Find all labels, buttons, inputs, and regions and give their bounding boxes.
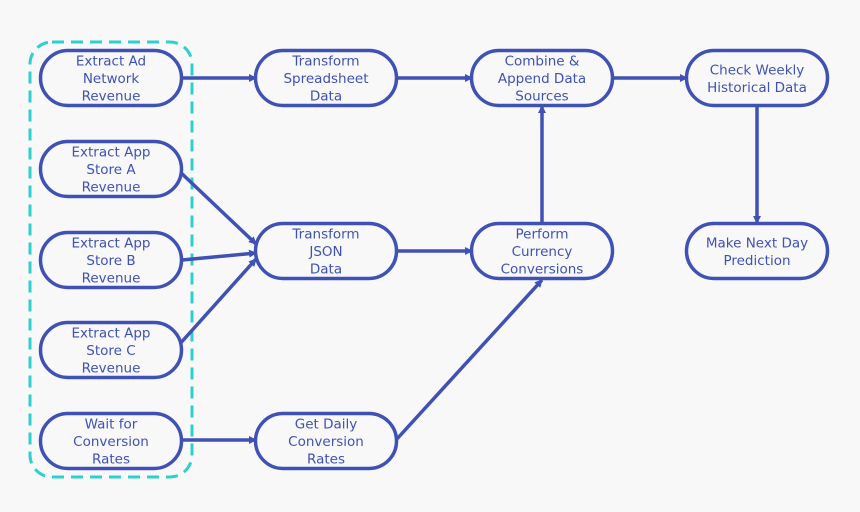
node-label: JSON: [308, 244, 342, 260]
node-label: Conversion: [73, 434, 149, 450]
node-label: Revenue: [82, 361, 141, 377]
node-label: Prediction: [723, 253, 790, 269]
node-label: Data: [310, 262, 342, 278]
node-label: Spreadsheet: [283, 71, 368, 87]
node-label: Historical Data: [707, 80, 807, 96]
node-label: Data: [310, 89, 342, 105]
node-label: Perform: [516, 227, 569, 243]
node-spreadsheet: TransformSpreadsheet Data: [253, 48, 399, 108]
node-combine: Combine &Append Data Sources: [469, 48, 615, 108]
node-label: Extract App: [71, 145, 150, 161]
node-label: Currency: [512, 244, 573, 260]
arrow-storeA-to-json: [176, 168, 258, 246]
node-currency: PerformCurrency Conversions: [469, 221, 615, 281]
arrow-storeC-to-json: [176, 257, 258, 348]
node-label: Conversions: [501, 262, 584, 278]
node-label: Make Next Day: [706, 235, 808, 251]
node-wait: Wait forConversion Rates: [38, 411, 184, 471]
node-label: Extract App: [71, 326, 150, 342]
node-predict: Make Next Day Prediction: [684, 221, 830, 281]
node-storeA: Extract AppStore A Revenue: [38, 139, 184, 199]
node-label: Rates: [307, 452, 345, 468]
node-label: Transform: [291, 227, 359, 243]
node-label: Check Weekly: [710, 62, 805, 78]
node-json: TransformJSON Data: [253, 221, 399, 281]
node-label: Revenue: [82, 89, 141, 105]
node-label: Revenue: [82, 271, 141, 287]
node-label: Rates: [92, 452, 130, 468]
node-label: Store B: [86, 253, 135, 269]
node-label: Conversion: [288, 434, 364, 450]
node-daily: Get DailyConversion Rates: [253, 411, 399, 471]
node-label: Wait for: [85, 417, 138, 433]
node-label: Network: [83, 71, 140, 87]
node-label: Store A: [86, 162, 136, 178]
node-weekly: Check Weekly Historical Data: [684, 48, 830, 108]
node-label: Transform: [291, 54, 359, 70]
node-label: Extract Ad: [76, 54, 146, 70]
node-storeB: Extract AppStore B Revenue: [38, 230, 184, 290]
node-label: Revenue: [82, 180, 141, 196]
node-label: Extract App: [71, 236, 150, 252]
node-storeC: Extract AppStore C Revenue: [38, 320, 184, 380]
node-label: Store C: [86, 343, 135, 359]
node-adnet: Extract AdNetwork Revenue: [38, 48, 184, 108]
node-label: Combine &: [505, 54, 580, 70]
pipeline-diagram: Extract AdNetworkRevenueExtract AppStore…: [28, 40, 830, 479]
node-label: Get Daily: [295, 417, 358, 433]
node-label: Sources: [515, 89, 568, 105]
node-label: Append Data: [498, 71, 586, 87]
arrow-daily-to-currency: [394, 278, 544, 442]
